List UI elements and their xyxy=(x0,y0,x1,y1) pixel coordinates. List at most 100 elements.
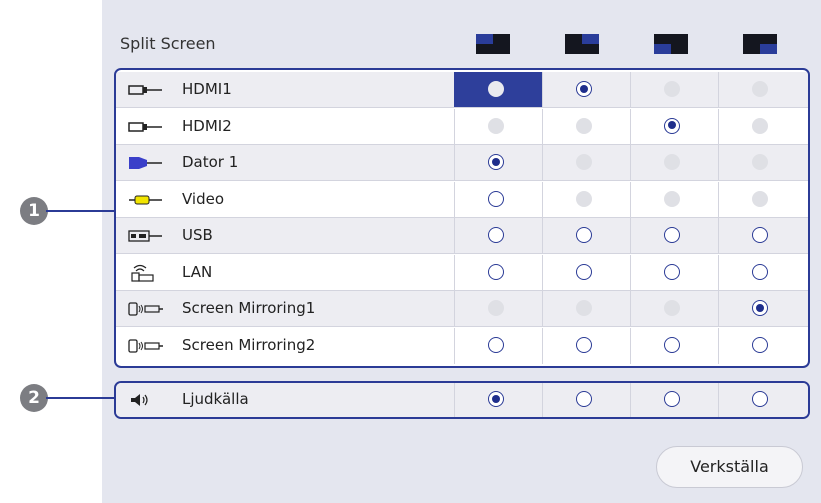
grid-cell[interactable] xyxy=(630,145,718,181)
radio-button[interactable] xyxy=(752,300,768,316)
grid-cell[interactable] xyxy=(718,109,806,145)
grid-cell[interactable] xyxy=(718,328,806,364)
radio-button[interactable] xyxy=(488,154,504,170)
screen-mirroring-icon xyxy=(128,337,168,355)
grid-cell[interactable] xyxy=(718,182,806,218)
callout-1: 1 xyxy=(20,197,48,225)
grid-cell[interactable] xyxy=(542,72,630,108)
grid-cell[interactable] xyxy=(454,328,542,364)
radio-button[interactable] xyxy=(664,263,680,280)
apply-button[interactable]: Verkställa xyxy=(656,446,803,488)
lan-icon xyxy=(128,264,168,282)
radio-button[interactable] xyxy=(664,336,680,353)
radio-button xyxy=(576,190,592,207)
grid-cell[interactable] xyxy=(630,72,718,108)
radio-button xyxy=(752,117,768,134)
source-label: Screen Mirroring1 xyxy=(182,299,316,317)
radio-button[interactable] xyxy=(576,227,592,243)
grid-cell[interactable] xyxy=(542,218,630,254)
grid-cell[interactable] xyxy=(630,291,718,327)
radio-button[interactable] xyxy=(664,117,680,134)
layout-bottom-right-icon xyxy=(743,34,777,54)
callout-2: 2 xyxy=(20,384,48,412)
grid-cell[interactable] xyxy=(542,383,630,417)
radio-button xyxy=(664,190,680,207)
radio-button[interactable] xyxy=(488,81,504,97)
radio-button xyxy=(664,81,680,97)
callout-2-line xyxy=(46,397,116,399)
grid-cell[interactable] xyxy=(542,182,630,218)
source-row: HDMI2 xyxy=(116,108,808,145)
radio-button[interactable] xyxy=(576,263,592,280)
radio-button[interactable] xyxy=(752,263,768,280)
radio-button[interactable] xyxy=(664,391,680,407)
source-label: Dator 1 xyxy=(182,153,239,171)
source-label: Ljudkälla xyxy=(182,390,249,408)
radio-button[interactable] xyxy=(488,227,504,243)
grid-cell[interactable] xyxy=(630,182,718,218)
grid-cell[interactable] xyxy=(454,109,542,145)
radio-button[interactable] xyxy=(488,336,504,353)
grid-cell[interactable] xyxy=(718,145,806,181)
source-label: Video xyxy=(182,189,225,208)
video-icon xyxy=(128,191,168,209)
radio-button xyxy=(488,117,504,134)
source-row: Screen Mirroring2 xyxy=(116,327,808,364)
grid-cell[interactable] xyxy=(630,328,718,364)
grid-cell[interactable] xyxy=(454,182,542,218)
grid-cell[interactable] xyxy=(630,218,718,254)
grid-cell[interactable] xyxy=(630,383,718,417)
radio-button[interactable] xyxy=(488,190,504,207)
radio-button[interactable] xyxy=(752,391,768,407)
grid-cell[interactable] xyxy=(718,291,806,327)
source-row: USB xyxy=(116,218,808,254)
grid-cell[interactable] xyxy=(454,218,542,254)
grid-cell[interactable] xyxy=(718,218,806,254)
radio-button[interactable] xyxy=(488,263,504,280)
radio-button xyxy=(576,300,592,316)
grid-cell[interactable] xyxy=(542,109,630,145)
grid-cell[interactable] xyxy=(718,255,806,291)
page-title: Split Screen xyxy=(120,34,216,53)
grid-cell[interactable] xyxy=(454,72,542,108)
radio-button[interactable] xyxy=(752,227,768,243)
source-row: Dator 1 xyxy=(116,145,808,181)
callout-1-line xyxy=(46,210,116,212)
layout-bottom-left-icon xyxy=(654,34,688,54)
radio-button[interactable] xyxy=(488,391,504,407)
grid-cell[interactable] xyxy=(718,72,806,108)
radio-button[interactable] xyxy=(576,336,592,353)
source-label: LAN xyxy=(182,262,213,281)
screen-mirroring-icon xyxy=(128,300,168,318)
layout-top-left-icon xyxy=(476,34,510,54)
hdmi-icon xyxy=(128,118,168,136)
radio-button xyxy=(664,154,680,170)
radio-button[interactable] xyxy=(752,336,768,353)
source-label: Screen Mirroring2 xyxy=(182,335,316,354)
computer-icon xyxy=(128,154,168,172)
source-row: LAN xyxy=(116,254,808,291)
usb-icon xyxy=(128,227,168,245)
grid-cell[interactable] xyxy=(454,255,542,291)
grid-cell[interactable] xyxy=(542,255,630,291)
radio-button[interactable] xyxy=(576,81,592,97)
grid-cell[interactable] xyxy=(542,291,630,327)
grid-cell[interactable] xyxy=(542,328,630,364)
grid-cell[interactable] xyxy=(454,145,542,181)
grid-cell[interactable] xyxy=(542,145,630,181)
source-label: HDMI2 xyxy=(182,116,232,135)
grid-cell[interactable] xyxy=(630,109,718,145)
radio-button[interactable] xyxy=(576,391,592,407)
grid-cell[interactable] xyxy=(630,255,718,291)
grid-cell[interactable] xyxy=(454,291,542,327)
speaker-icon xyxy=(128,391,168,409)
source-row: HDMI1 xyxy=(116,72,808,108)
radio-button xyxy=(576,117,592,134)
grid-cell[interactable] xyxy=(718,383,806,417)
grid-cell[interactable] xyxy=(454,383,542,417)
source-label: USB xyxy=(182,226,213,244)
radio-button xyxy=(576,154,592,170)
radio-button[interactable] xyxy=(664,227,680,243)
audio-source-row-group: Ljudkälla xyxy=(114,381,810,419)
radio-button xyxy=(488,300,504,316)
